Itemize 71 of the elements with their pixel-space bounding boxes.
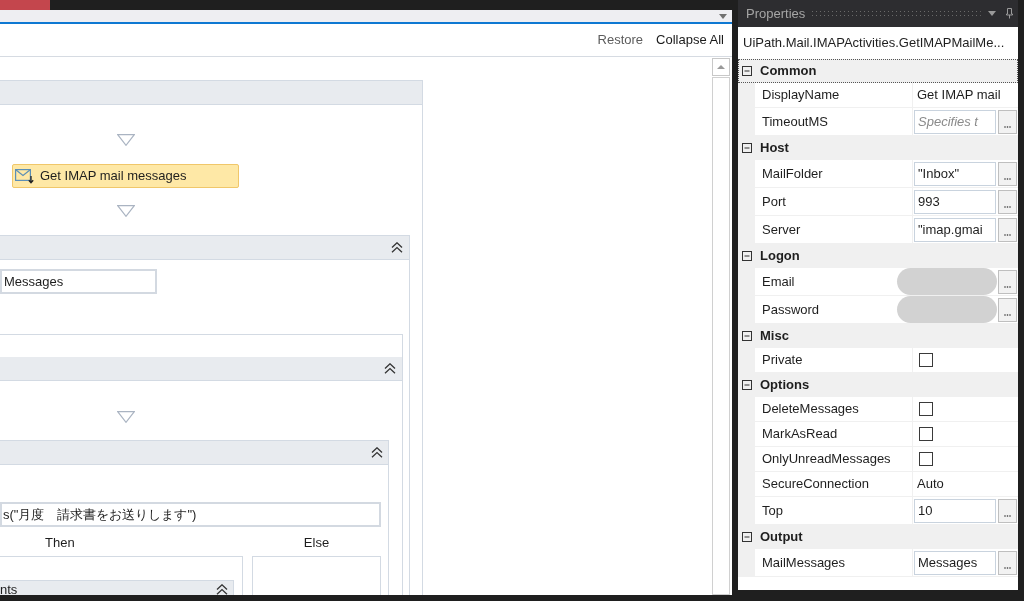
category-label: Misc bbox=[760, 327, 789, 346]
minus-box-icon[interactable] bbox=[742, 532, 752, 542]
down-triangle-icon bbox=[117, 411, 135, 423]
property-name: Server bbox=[755, 216, 912, 243]
category-label: Output bbox=[760, 528, 803, 547]
minus-box-icon[interactable] bbox=[742, 143, 752, 153]
property-name: OnlyUnreadMessages bbox=[755, 447, 912, 471]
ellipsis-icon bbox=[1004, 177, 1011, 180]
dropdown-caret-icon[interactable] bbox=[988, 11, 996, 16]
collapse-chevron-icon[interactable] bbox=[391, 242, 403, 253]
value-field[interactable]: "Inbox" bbox=[914, 161, 996, 186]
ellipsis-icon bbox=[1004, 205, 1011, 208]
ellipsis-icon bbox=[1004, 285, 1011, 288]
property-value: Get IMAP mail bbox=[916, 86, 1001, 105]
ellipsis-icon bbox=[1004, 566, 1011, 569]
value-field[interactable]: 993 bbox=[914, 189, 996, 214]
category-header[interactable]: Misc bbox=[738, 324, 1018, 348]
ellipsis-icon bbox=[1004, 313, 1011, 316]
minus-box-icon[interactable] bbox=[742, 331, 752, 341]
checkbox[interactable] bbox=[919, 402, 933, 416]
property-name: MarkAsRead bbox=[755, 422, 912, 446]
down-triangle-icon bbox=[117, 205, 135, 217]
branch-label: Then bbox=[45, 536, 75, 550]
category-header[interactable]: Logon bbox=[738, 244, 1018, 268]
ellipsis-icon bbox=[1004, 514, 1011, 517]
category-header[interactable]: Output bbox=[738, 525, 1018, 549]
title-bar-accent bbox=[0, 0, 50, 10]
category-header[interactable]: Options bbox=[738, 373, 1018, 397]
collapse-chevron-icon[interactable] bbox=[371, 447, 383, 458]
scroll-up-button[interactable] bbox=[712, 58, 730, 76]
ellipsis-icon bbox=[1004, 125, 1011, 128]
minus-box-icon[interactable] bbox=[742, 66, 752, 76]
category-label: Options bbox=[760, 376, 810, 395]
value-field[interactable]: "imap.gmai bbox=[914, 217, 996, 242]
value-field[interactable]: Messages bbox=[914, 550, 996, 575]
toolbar-button[interactable]: Collapse All bbox=[656, 30, 724, 50]
property-name: Port bbox=[755, 188, 912, 215]
type-name: UiPath.Mail.IMAPActivities.GetIMAPMailMe... bbox=[743, 34, 1005, 53]
category-header[interactable]: Host bbox=[738, 136, 1018, 160]
panel-title: Properties bbox=[746, 4, 806, 23]
minus-box-icon[interactable] bbox=[742, 251, 752, 261]
checkbox[interactable] bbox=[919, 452, 933, 466]
dropdown-caret-icon[interactable] bbox=[719, 13, 727, 19]
property-name: DeleteMessages bbox=[755, 397, 912, 421]
category-label: Logon bbox=[760, 247, 800, 266]
pin-icon[interactable] bbox=[1006, 8, 1013, 19]
property-name: SecureConnection bbox=[755, 472, 912, 496]
property-name: Private bbox=[755, 348, 912, 372]
property-name: TimeoutMS bbox=[755, 108, 912, 135]
property-name: MailMessages bbox=[755, 549, 912, 576]
property-name: DisplayName bbox=[755, 83, 912, 107]
category-label: Host bbox=[760, 139, 789, 158]
value-field[interactable]: Specifies t bbox=[914, 109, 996, 134]
condition-field[interactable]: s("月度 請求書をお送りします") bbox=[0, 502, 381, 527]
minus-box-icon[interactable] bbox=[742, 380, 752, 390]
property-name: MailFolder bbox=[755, 160, 912, 187]
collapse-chevron-icon[interactable] bbox=[384, 363, 396, 374]
value-field[interactable]: 10 bbox=[914, 498, 996, 523]
collapse-chevron-icon[interactable] bbox=[216, 584, 228, 595]
branch-label: Else bbox=[303, 536, 330, 550]
down-triangle-icon bbox=[117, 134, 135, 146]
ellipsis-icon bbox=[1004, 233, 1011, 236]
category-label: Common bbox=[760, 62, 817, 81]
property-name: Top bbox=[755, 497, 912, 524]
activity-card[interactable]: Get IMAP mail messages bbox=[12, 164, 239, 188]
property-value: Auto bbox=[916, 475, 944, 494]
checkbox[interactable] bbox=[919, 427, 933, 441]
activity-title: nts bbox=[0, 582, 18, 595]
up-arrow-icon bbox=[717, 65, 725, 69]
variable-field[interactable]: Messages bbox=[0, 269, 157, 294]
checkbox[interactable] bbox=[919, 353, 933, 367]
